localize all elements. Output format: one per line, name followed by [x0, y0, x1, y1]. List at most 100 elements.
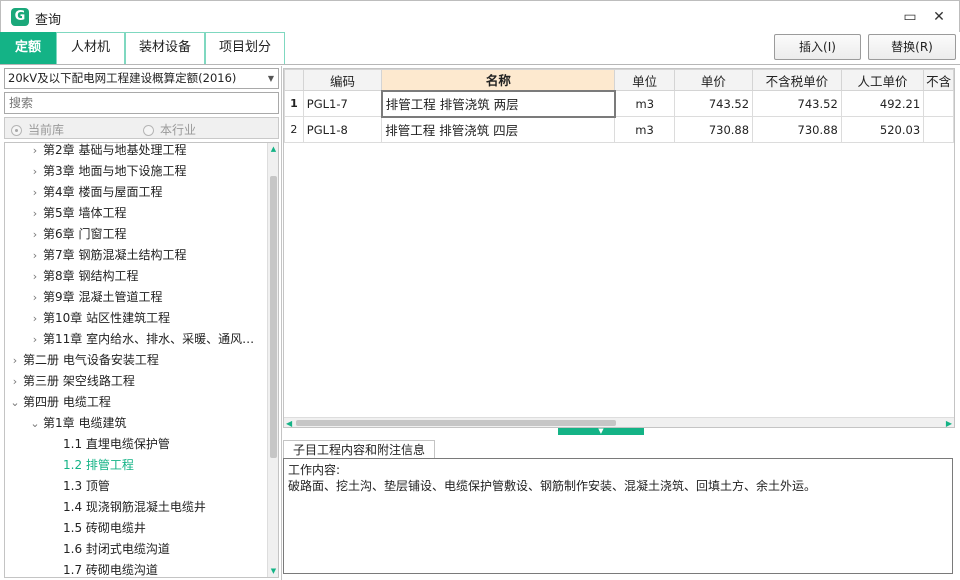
- tab-labor-material-machine[interactable]: 人材机: [56, 32, 125, 64]
- chevron-right-icon[interactable]: ›: [27, 143, 43, 161]
- table-header-row: 编码 名称 单位 单价 不含税单价 人工单价 不含: [284, 69, 954, 91]
- chevron-right-icon[interactable]: ›: [27, 329, 43, 350]
- work-content-heading: 工作内容:: [288, 463, 341, 477]
- radio-industry[interactable]: 本行业: [143, 121, 196, 138]
- cell-code[interactable]: PGL1-8: [302, 116, 383, 143]
- tree-item-label: 第四册 电缆工程: [23, 395, 111, 409]
- scroll-left-icon[interactable]: ◀: [286, 418, 292, 427]
- tree-item[interactable]: 1.1 直埋电缆保护管: [5, 434, 267, 455]
- chevron-right-icon[interactable]: ›: [27, 182, 43, 203]
- tree-item[interactable]: › 第10章 站区性建筑工程: [5, 308, 267, 329]
- tree-item[interactable]: › 第2章 基础与地基处理工程: [5, 143, 267, 161]
- tree-item[interactable]: › 第二册 电气设备安装工程: [5, 350, 267, 371]
- cell-price[interactable]: 743.52: [673, 90, 754, 117]
- tree-item[interactable]: ⌄ 第四册 电缆工程: [5, 392, 267, 413]
- chevron-right-icon[interactable]: ›: [7, 371, 23, 392]
- tree-item[interactable]: › 第7章 钢筋混凝土结构工程: [5, 245, 267, 266]
- chevron-right-icon[interactable]: ›: [27, 287, 43, 308]
- radio-current-library[interactable]: 当前库: [11, 121, 64, 138]
- tree-item-label: 第5章 墙体工程: [43, 206, 127, 220]
- quota-library-select[interactable]: 20kV及以下配电网工程建设概算定额(2016) ▼: [4, 68, 279, 89]
- tree-item[interactable]: ⌄ 第1章 电缆建筑: [5, 413, 267, 434]
- replace-button[interactable]: 替换(R): [868, 34, 956, 60]
- col-header-price[interactable]: 单价: [673, 69, 754, 91]
- tab-equipment[interactable]: 装材设备: [125, 32, 205, 64]
- chevron-right-icon[interactable]: ›: [27, 245, 43, 266]
- tree-scroll-thumb[interactable]: [270, 176, 277, 458]
- cell-truncated[interactable]: [923, 90, 954, 117]
- scroll-up-icon[interactable]: ▲: [269, 144, 278, 154]
- work-content-text: 破路面、挖土沟、垫层铺设、电缆保护管敷设、钢筋制作安装、混凝土浇筑、回填土方、余…: [288, 479, 817, 493]
- tree-item[interactable]: 1.2 排管工程: [5, 455, 267, 476]
- table-row[interactable]: 2 PGL1-8 排管工程 排管浇筑 四层 m3 730.88 730.88 5…: [284, 116, 954, 143]
- maximize-icon[interactable]: ▭: [898, 5, 922, 29]
- tree-item[interactable]: › 第6章 门窗工程: [5, 224, 267, 245]
- tree-item-label: 1.3 顶管: [63, 479, 110, 493]
- col-header-unit[interactable]: 单位: [614, 69, 675, 91]
- cell-unit[interactable]: m3: [614, 90, 675, 117]
- cell-price-ex-tax[interactable]: 730.88: [752, 116, 842, 143]
- tree-item-label: 第7章 钢筋混凝土结构工程: [43, 248, 187, 262]
- radio-current-label: 当前库: [28, 123, 65, 137]
- radio-dot-icon: [143, 125, 154, 136]
- tree-item[interactable]: › 第4章 楼面与屋面工程: [5, 182, 267, 203]
- col-header-name[interactable]: 名称: [381, 69, 616, 91]
- insert-button[interactable]: 插入(I): [774, 34, 861, 60]
- chevron-right-icon[interactable]: ›: [27, 203, 43, 224]
- col-header-code[interactable]: 编码: [302, 69, 383, 91]
- chevron-down-icon[interactable]: ⌄: [27, 413, 43, 434]
- scroll-right-icon[interactable]: ▶: [946, 418, 952, 427]
- cell-labor-price[interactable]: 520.03: [840, 116, 925, 143]
- tree-item-label: 第11章 室内给水、排水、采暖、通风…: [43, 332, 255, 346]
- tree-item[interactable]: 1.4 现浇钢筋混凝土电缆井: [5, 497, 267, 518]
- cell-price-ex-tax[interactable]: 743.52: [752, 90, 842, 117]
- tree-item-label: 1.1 直埋电缆保护管: [63, 437, 170, 451]
- cell-labor-price[interactable]: 492.21: [840, 90, 925, 117]
- chevron-right-icon[interactable]: ›: [27, 224, 43, 245]
- chevron-down-icon[interactable]: ⌄: [7, 392, 23, 413]
- tree-item[interactable]: › 第11章 室内给水、排水、采暖、通风…: [5, 329, 267, 350]
- cell-unit[interactable]: m3: [614, 116, 675, 143]
- tree-item-label: 第1章 电缆建筑: [43, 416, 127, 430]
- tab-project-division[interactable]: 项目划分: [205, 32, 285, 64]
- chevron-right-icon[interactable]: ›: [7, 350, 23, 371]
- grid-scroll-thumb[interactable]: [296, 420, 616, 426]
- col-header-rownum: [284, 69, 304, 91]
- panel-splitter-handle[interactable]: ▼: [558, 428, 644, 435]
- col-header-truncated[interactable]: 不含: [923, 69, 954, 91]
- tab-quota[interactable]: 定额: [0, 32, 56, 64]
- tree-item[interactable]: › 第三册 架空线路工程: [5, 371, 267, 392]
- grid-horizontal-scrollbar[interactable]: ◀ ▶: [284, 417, 954, 427]
- tree-item-label: 第6章 门窗工程: [43, 227, 127, 241]
- tree-item[interactable]: › 第8章 钢结构工程: [5, 266, 267, 287]
- close-icon[interactable]: ✕: [927, 5, 951, 29]
- right-panel: 编码 名称 单位 单价 不含税单价 人工单价 不含 1 PGL1-7 排管工程 …: [283, 66, 960, 580]
- search-input[interactable]: [4, 92, 279, 114]
- tree-scrollbar[interactable]: ▲ ▼: [267, 143, 278, 577]
- tree-item-label: 第三册 架空线路工程: [23, 374, 135, 388]
- tree-item[interactable]: 1.3 顶管: [5, 476, 267, 497]
- tree-item[interactable]: 1.6 封闭式电缆沟道: [5, 539, 267, 560]
- table-row[interactable]: 1 PGL1-7 排管工程 排管浇筑 两层 m3 743.52 743.52 4…: [284, 89, 954, 118]
- col-header-labor-price[interactable]: 人工单价: [840, 69, 925, 91]
- tree-item-label: 第2章 基础与地基处理工程: [43, 143, 187, 157]
- tab-detail-info[interactable]: 子目工程内容和附注信息: [283, 440, 435, 459]
- tree-item[interactable]: 1.5 砖砌电缆井: [5, 518, 267, 539]
- left-panel: 20kV及以下配电网工程建设概算定额(2016) ▼ 当前库 本行业 ›第2章 …: [0, 66, 282, 580]
- cell-price[interactable]: 730.88: [673, 116, 754, 143]
- row-number: 1: [284, 90, 304, 117]
- cell-code[interactable]: PGL1-7: [302, 90, 383, 117]
- chevron-right-icon[interactable]: ›: [27, 161, 43, 182]
- tree-item[interactable]: › 第3章 地面与地下设施工程: [5, 161, 267, 182]
- chapter-tree: › 第2章 基础与地基处理工程 › 第3章 地面与地下设施工程 › 第4章 楼面与屋面工程…: [4, 142, 279, 578]
- chevron-right-icon[interactable]: ›: [27, 308, 43, 329]
- cell-truncated[interactable]: [923, 116, 954, 143]
- tree-item[interactable]: 1.7 砖砌电缆沟道: [5, 560, 267, 577]
- cell-name[interactable]: 排管工程 排管浇筑 两层: [380, 89, 616, 118]
- scroll-down-icon[interactable]: ▼: [269, 566, 278, 576]
- chevron-right-icon[interactable]: ›: [27, 266, 43, 287]
- tree-item[interactable]: › 第5章 墙体工程: [5, 203, 267, 224]
- tree-item[interactable]: › 第9章 混凝土管道工程: [5, 287, 267, 308]
- cell-name[interactable]: 排管工程 排管浇筑 四层: [381, 116, 616, 143]
- col-header-price-ex-tax[interactable]: 不含税单价: [752, 69, 842, 91]
